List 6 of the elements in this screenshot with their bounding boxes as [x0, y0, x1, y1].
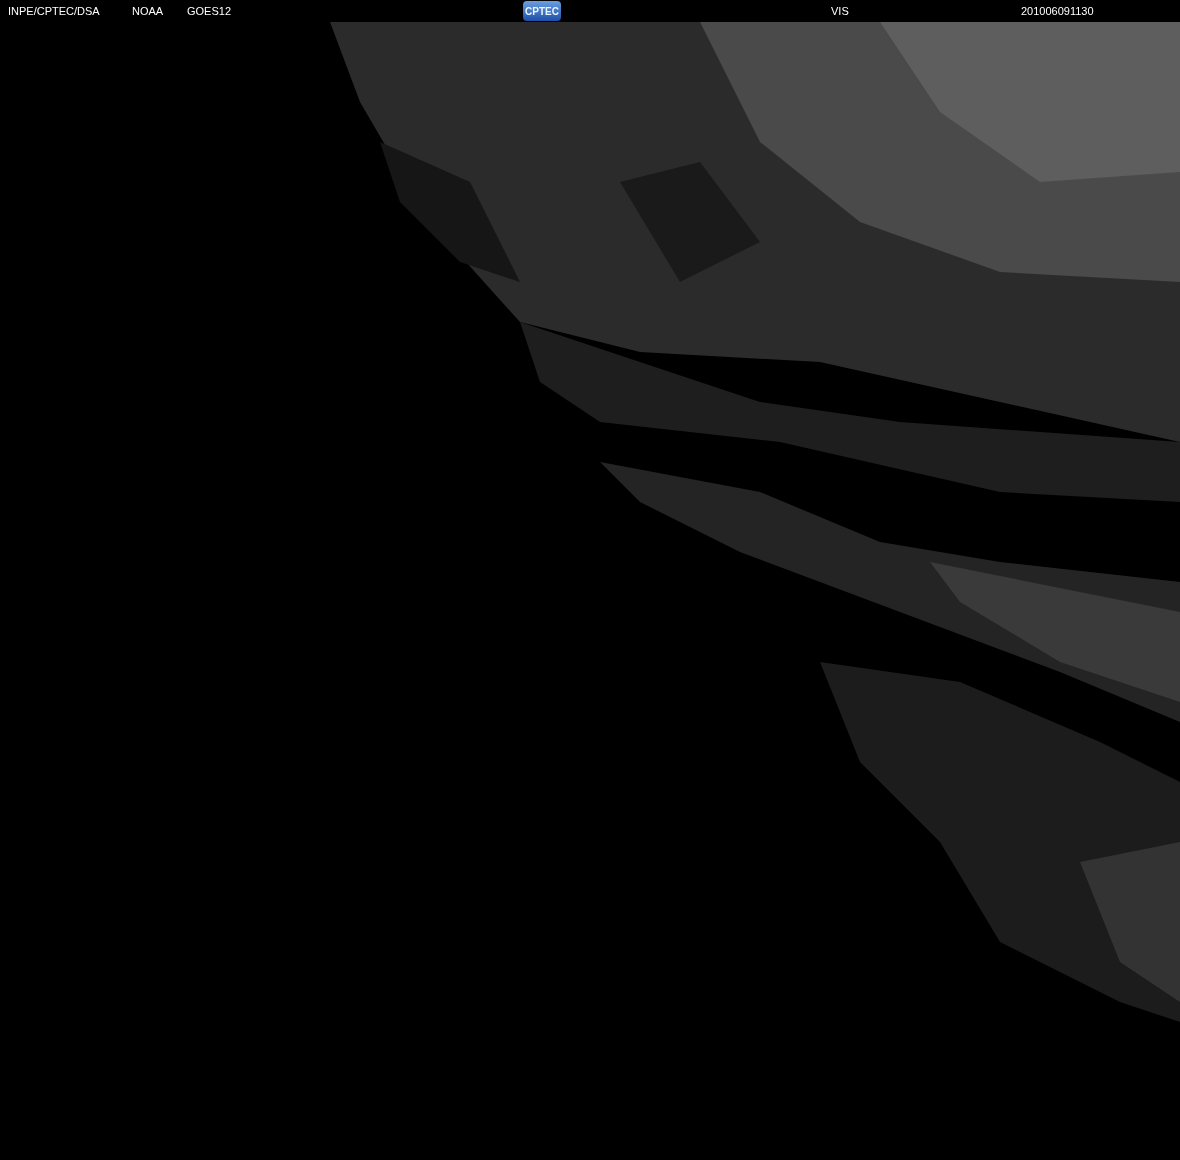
satellite-label: GOES12: [187, 5, 233, 17]
logo: CPTEC: [523, 1, 561, 21]
timestamp: 201006091130: [1021, 5, 1094, 17]
source-label: INPE/CPTEC/DSA: [8, 5, 101, 17]
agency-label: NOAA: [132, 5, 165, 17]
channel-label: VIS: [831, 5, 850, 17]
